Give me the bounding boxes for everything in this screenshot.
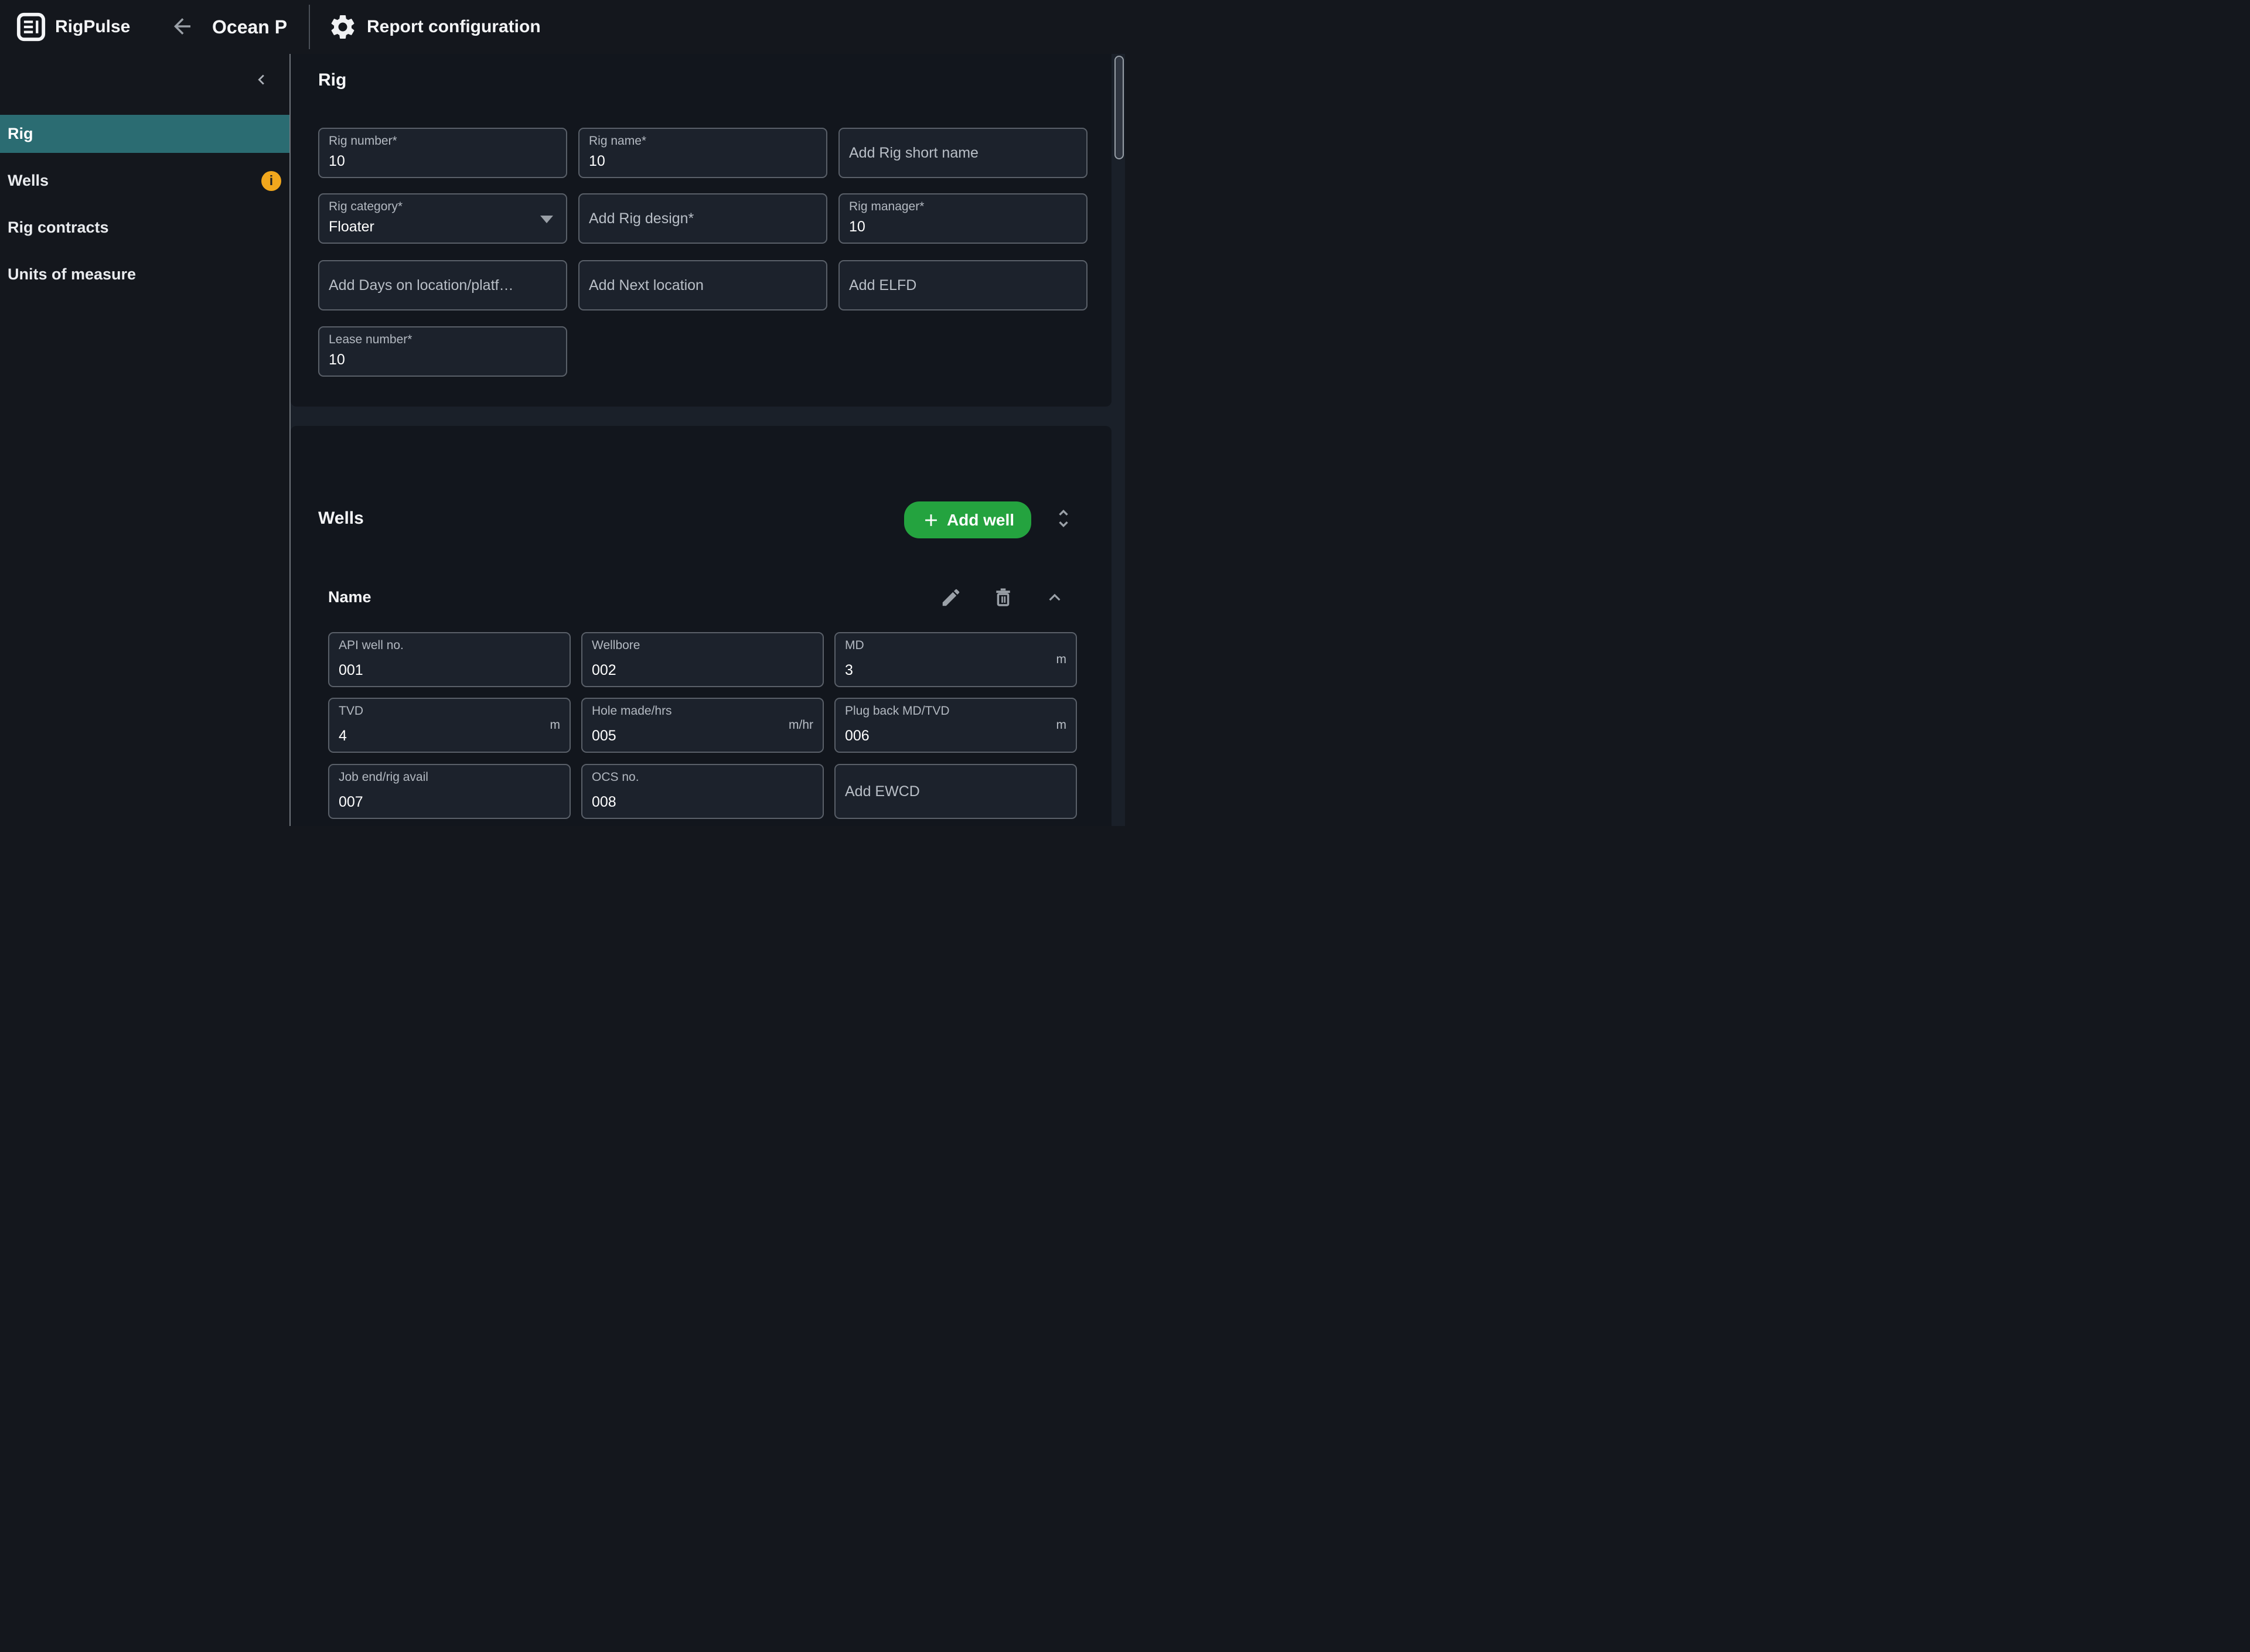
field-label: Plug back MD/TVD <box>845 704 950 718</box>
field-days-on-location[interactable]: Add Days on location/platf… <box>318 260 567 310</box>
sidebar-item-rig[interactable]: Rig <box>0 115 289 153</box>
arrow-left-icon <box>170 14 195 42</box>
info-badge-icon: i <box>261 171 281 191</box>
scrollbar-track[interactable] <box>1113 54 1125 826</box>
field-value: 001 <box>339 662 363 679</box>
plus-icon <box>921 510 941 530</box>
field-value: 005 <box>592 728 616 745</box>
field-value: 006 <box>845 728 870 745</box>
field-wellbore[interactable]: Wellbore 002 <box>581 632 824 687</box>
field-md[interactable]: MD 3 m <box>834 632 1077 687</box>
field-label: OCS no. <box>592 770 639 784</box>
sidebar-collapse-button[interactable] <box>250 69 273 93</box>
field-label: Wellbore <box>592 639 640 653</box>
settings-gear-icon <box>328 12 357 42</box>
sidebar-item-rig-contracts[interactable]: Rig contracts <box>0 209 289 247</box>
scrollbar-thumb[interactable] <box>1114 56 1124 159</box>
add-well-button[interactable]: Add well <box>904 501 1031 538</box>
field-placeholder: Add Rig short name <box>849 129 1078 177</box>
field-rig-number[interactable]: Rig number* 10 <box>318 128 567 178</box>
sidebar-item-units-of-measure[interactable]: Units of measure <box>0 255 289 293</box>
field-placeholder: Add EWCD <box>845 765 1068 818</box>
screen: RigPulse Ocean P Report configuration <box>0 0 1125 826</box>
field-hole-made-hrs[interactable]: Hole made/hrs 005 m/hr <box>581 698 824 753</box>
chevron-up-icon <box>1044 586 1066 612</box>
field-placeholder: Add Next location <box>589 261 818 309</box>
field-job-end-rig-avail[interactable]: Job end/rig avail 007 <box>328 764 571 819</box>
topbar: RigPulse Ocean P Report configuration <box>0 0 1125 54</box>
field-tvd[interactable]: TVD 4 m <box>328 698 571 753</box>
sidebar-item-wells[interactable]: Wells i <box>0 162 289 200</box>
field-api-well-no[interactable]: API well no. 001 <box>328 632 571 687</box>
reorder-wells-button[interactable] <box>1051 507 1076 533</box>
brand-title: RigPulse <box>55 0 130 54</box>
context-title: Ocean P <box>212 0 287 54</box>
field-label: Rig category* <box>329 200 403 214</box>
field-label: MD <box>845 639 864 653</box>
field-rig-category-select[interactable]: Rig category* Floater <box>318 193 567 244</box>
dropdown-caret-icon <box>540 216 553 223</box>
field-label: Job end/rig avail <box>339 770 428 784</box>
trash-icon <box>992 586 1014 612</box>
topbar-divider <box>309 5 310 49</box>
field-unit: m/hr <box>789 718 813 732</box>
collapse-well-button[interactable] <box>1042 586 1068 612</box>
field-value: 008 <box>592 794 616 811</box>
field-rig-design[interactable]: Add Rig design* <box>578 193 827 244</box>
field-unit: m <box>1056 653 1067 667</box>
main-content: Rig Rig number* 10 Rig name* 10 Add Rig … <box>291 54 1125 826</box>
page-title: Report configuration <box>367 0 541 54</box>
field-placeholder: Add ELFD <box>849 261 1078 309</box>
field-value: 002 <box>592 662 616 679</box>
field-label: Lease number* <box>329 333 412 347</box>
field-label: Rig manager* <box>849 200 924 214</box>
field-next-location[interactable]: Add Next location <box>578 260 827 310</box>
chevron-left-icon <box>251 70 271 93</box>
field-label: Rig name* <box>589 134 646 148</box>
field-label: TVD <box>339 704 363 718</box>
field-label: API well no. <box>339 639 404 653</box>
field-rig-name[interactable]: Rig name* 10 <box>578 128 827 178</box>
field-elfd[interactable]: Add ELFD <box>838 260 1088 310</box>
sidebar: Rig Wells i Rig contracts Units of measu… <box>0 54 289 826</box>
field-label: Rig number* <box>329 134 397 148</box>
field-ocs-no[interactable]: OCS no. 008 <box>581 764 824 819</box>
field-value: 4 <box>339 728 347 745</box>
well-group-name: Name <box>328 588 371 606</box>
pencil-icon <box>940 586 962 612</box>
wells-section-title: Wells <box>318 508 364 528</box>
sidebar-item-label: Units of measure <box>8 265 136 284</box>
field-placeholder: Add Days on location/platf… <box>329 261 558 309</box>
back-button[interactable] <box>169 14 196 41</box>
field-placeholder: Add Rig design* <box>589 194 818 243</box>
sidebar-item-label: Rig contracts <box>8 219 109 237</box>
field-unit: m <box>550 718 561 732</box>
field-lease-number[interactable]: Lease number* 10 <box>318 326 567 377</box>
delete-well-button[interactable] <box>990 586 1016 612</box>
field-value: 10 <box>849 219 865 235</box>
add-well-label: Add well <box>947 511 1014 530</box>
field-rig-short-name[interactable]: Add Rig short name <box>838 128 1088 178</box>
field-label: Hole made/hrs <box>592 704 672 718</box>
field-rig-manager[interactable]: Rig manager* 10 <box>838 193 1088 244</box>
field-value: 3 <box>845 662 853 679</box>
field-unit: m <box>1056 718 1067 732</box>
unfold-more-icon <box>1052 507 1075 533</box>
sidebar-item-label: Rig <box>8 125 33 143</box>
field-value: 10 <box>329 153 345 170</box>
sidebar-item-label: Wells <box>8 172 49 190</box>
app-logo-icon <box>15 11 47 43</box>
field-plug-back-md-tvd[interactable]: Plug back MD/TVD 006 m <box>834 698 1077 753</box>
edit-well-button[interactable] <box>938 586 964 612</box>
field-value: 10 <box>329 351 345 368</box>
field-value: 10 <box>589 153 605 170</box>
rig-section-title: Rig <box>318 70 346 90</box>
field-value: Floater <box>329 219 374 235</box>
field-ewcd[interactable]: Add EWCD <box>834 764 1077 819</box>
field-value: 007 <box>339 794 363 811</box>
